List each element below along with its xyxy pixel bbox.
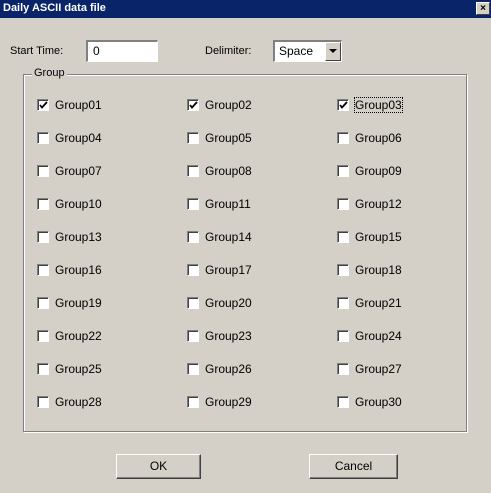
checkbox-label: Group14 <box>205 230 252 244</box>
checkbox-label: Group03 <box>354 97 403 113</box>
checkbox-box[interactable] <box>337 99 349 111</box>
dialog-window: Daily ASCII data file × Start Time: 0 De… <box>0 0 491 493</box>
chevron-down-icon <box>329 49 337 53</box>
checkbox-label: Group06 <box>355 131 402 145</box>
checkbox-label: Group24 <box>355 329 402 343</box>
checkbox-label: Group28 <box>55 395 102 409</box>
checkbox-box[interactable] <box>187 231 199 243</box>
checkbox-label: Group08 <box>205 164 252 178</box>
checkbox-box[interactable] <box>187 264 199 276</box>
delimiter-dropdown-button[interactable] <box>325 42 341 61</box>
checkbox-box[interactable] <box>37 264 49 276</box>
checkbox-box[interactable] <box>337 165 349 177</box>
checkbox-label: Group27 <box>355 362 402 376</box>
checkbox-label: Group29 <box>205 395 252 409</box>
checkbox-box[interactable] <box>37 297 49 309</box>
checkmark-icon <box>339 101 348 109</box>
checkbox-label: Group21 <box>355 296 402 310</box>
checkbox-box[interactable] <box>187 198 199 210</box>
checkbox-box[interactable] <box>337 132 349 144</box>
checkbox-label: Group04 <box>55 131 102 145</box>
checkbox-label: Group22 <box>55 329 102 343</box>
checkbox-label: Group16 <box>55 263 102 277</box>
delimiter-label: Delimiter: <box>205 45 252 57</box>
checkbox-label: Group01 <box>55 98 102 112</box>
checkbox-box[interactable] <box>337 363 349 375</box>
checkbox-label: Group10 <box>55 197 102 211</box>
checkbox-box[interactable] <box>37 132 49 144</box>
checkbox-label: Group17 <box>205 263 252 277</box>
close-icon: × <box>480 3 486 14</box>
checkbox-box[interactable] <box>37 330 49 342</box>
checkbox-box[interactable] <box>187 330 199 342</box>
checkbox-box[interactable] <box>37 231 49 243</box>
checkbox-label: Group11 <box>205 197 251 211</box>
checkbox-box[interactable] <box>37 99 49 111</box>
checkbox-label: Group18 <box>355 263 402 277</box>
checkbox-label: Group26 <box>205 362 252 376</box>
checkbox-box[interactable] <box>37 165 49 177</box>
checkbox-label: Group30 <box>355 395 402 409</box>
close-button[interactable]: × <box>476 2 490 15</box>
checkbox-label: Group15 <box>355 230 402 244</box>
checkbox-label: Group05 <box>205 131 252 145</box>
checkbox-box[interactable] <box>337 396 349 408</box>
checkbox-box[interactable] <box>187 396 199 408</box>
checkbox-label: Group19 <box>55 296 102 310</box>
checkbox-box[interactable] <box>187 132 199 144</box>
checkbox-box[interactable] <box>187 297 199 309</box>
checkbox-box[interactable] <box>337 297 349 309</box>
title-bar[interactable]: Daily ASCII data file × <box>0 0 491 18</box>
delimiter-select[interactable]: Space <box>273 40 342 62</box>
checkbox-box[interactable] <box>187 99 199 111</box>
checkbox-label: Group13 <box>55 230 102 244</box>
checkbox-box[interactable] <box>187 165 199 177</box>
checkbox-label: Group20 <box>205 296 252 310</box>
checkmark-icon <box>189 101 198 109</box>
checkbox-label: Group12 <box>355 197 402 211</box>
checkbox-box[interactable] <box>337 264 349 276</box>
start-time-input[interactable]: 0 <box>86 40 158 62</box>
checkbox-box[interactable] <box>37 363 49 375</box>
cancel-button[interactable]: Cancel <box>309 454 398 479</box>
group-box-legend: Group <box>32 67 67 79</box>
checkbox-box[interactable] <box>37 396 49 408</box>
checkbox-label: Group23 <box>205 329 252 343</box>
checkmark-icon <box>39 101 48 109</box>
checkbox-box[interactable] <box>337 231 349 243</box>
checkbox-box[interactable] <box>187 363 199 375</box>
checkbox-label: Group09 <box>355 164 402 178</box>
checkbox-label: Group25 <box>55 362 102 376</box>
window-title: Daily ASCII data file <box>3 2 106 14</box>
delimiter-value: Space <box>279 44 314 58</box>
start-time-label: Start Time: <box>10 45 64 57</box>
checkbox-label: Group02 <box>205 98 252 112</box>
checkbox-box[interactable] <box>37 198 49 210</box>
checkbox-box[interactable] <box>337 198 349 210</box>
checkbox-label: Group07 <box>55 164 102 178</box>
checkbox-box[interactable] <box>337 330 349 342</box>
group-box <box>23 74 467 432</box>
ok-button[interactable]: OK <box>116 454 201 479</box>
